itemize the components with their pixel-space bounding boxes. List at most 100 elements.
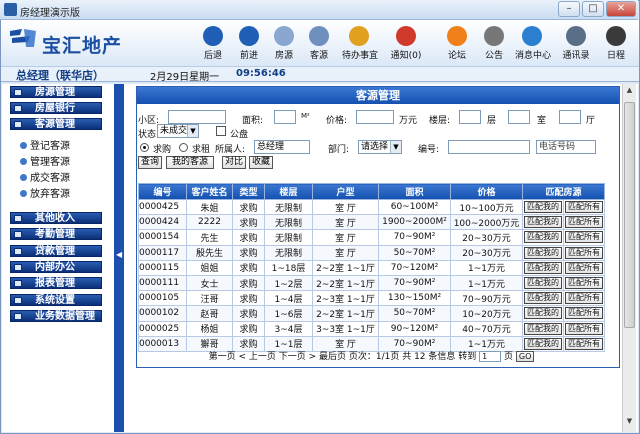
sidebar-group2-4[interactable]: 报表管理	[10, 277, 102, 290]
match-mine-button[interactable]: 匹配我的	[524, 277, 562, 290]
table-row[interactable]: 0000117 殷先生 求购 无限制室 厅 50~70M² 20~30万元 匹配我的 匹配所有	[138, 244, 605, 261]
match-mine-button[interactable]: 匹配我的	[524, 292, 562, 305]
sidebar-group-1[interactable]: 房屋银行	[10, 102, 102, 114]
column-header[interactable]: 楼层	[264, 183, 313, 200]
buy-radio[interactable]	[140, 143, 149, 152]
toolbar-button-0[interactable]: 后退	[196, 26, 230, 64]
match-all-button[interactable]: 匹配所有	[565, 246, 603, 259]
match-all-button[interactable]: 匹配所有	[565, 337, 603, 350]
table-row[interactable]: 0000425 朱姐 求购 无限制室 厅 60~100M² 10~100万元 匹配我的 匹配所…	[138, 198, 605, 216]
table-cell: 70~90万元	[450, 290, 523, 307]
code-input[interactable]	[448, 140, 530, 154]
match-all-button[interactable]: 匹配所有	[565, 277, 603, 290]
toolbar-button-5[interactable]: 通知(0)	[389, 26, 423, 64]
table-cell: 无限制	[264, 198, 313, 216]
minimize-button[interactable]: –	[558, 1, 580, 17]
my-customers-button[interactable]: 我的客源	[166, 156, 214, 169]
room-input[interactable]	[508, 110, 530, 124]
scrollbar-thumb[interactable]	[624, 102, 635, 328]
column-header[interactable]: 编号	[138, 183, 187, 200]
phone-input[interactable]: 电话号码	[536, 140, 596, 154]
match-mine-button[interactable]: 匹配我的	[524, 307, 562, 320]
district-input[interactable]	[168, 110, 226, 124]
toolbar-button-1[interactable]: 前进	[232, 26, 266, 64]
sidebar-subitem-1[interactable]: 管理客源	[16, 153, 70, 168]
sidebar-group2-1[interactable]: 考勤管理	[10, 228, 102, 241]
page-input[interactable]: 1	[479, 351, 502, 362]
public-checkbox[interactable]	[216, 126, 226, 136]
page-unit: 页	[504, 352, 514, 362]
sidebar-group2-6[interactable]: 业务数据管理	[10, 309, 102, 322]
rent-radio[interactable]	[179, 143, 188, 152]
owner-input[interactable]: 总经理	[254, 140, 310, 154]
go-button[interactable]: GO	[515, 351, 535, 362]
table-row[interactable]: 0000105 汪哥 求购 1~4层 2~3室 1~1厅 130~150M² 70~90万元…	[138, 290, 605, 307]
toolbar-button-2[interactable]: 房源	[267, 26, 301, 64]
sidebar-group2-2[interactable]: 贷款管理	[10, 244, 102, 257]
scroll-up-arrow-icon[interactable]: ▲	[624, 86, 635, 98]
menu-square-icon	[14, 215, 22, 222]
match-all-button[interactable]: 匹配所有	[565, 216, 603, 229]
column-header[interactable]: 面积	[378, 183, 451, 200]
match-mine-button[interactable]: 匹配我的	[524, 337, 562, 350]
toolbar-button-7[interactable]: 公告	[477, 26, 511, 64]
vertical-scrollbar[interactable]: ▲ ▼	[622, 84, 636, 432]
match-mine-button[interactable]: 匹配我的	[524, 322, 562, 335]
toolbar-button-6[interactable]: 论坛	[440, 26, 474, 64]
match-all-button[interactable]: 匹配所有	[565, 292, 603, 305]
column-header[interactable]: 类型	[232, 183, 265, 200]
toolbar-button-8[interactable]: 消息中心	[515, 26, 551, 64]
sidebar-subitem-3[interactable]: 放弃客源	[16, 185, 70, 200]
table-cell: 0000025	[138, 320, 187, 337]
table-cell: 50~70M²	[378, 244, 451, 261]
scroll-down-arrow-icon[interactable]: ▼	[624, 417, 635, 429]
dept-select[interactable]: 请选择 ▼	[358, 140, 402, 154]
match-all-button[interactable]: 匹配所有	[565, 307, 603, 320]
match-all-button[interactable]: 匹配所有	[565, 261, 603, 274]
column-header[interactable]: 价格	[450, 183, 523, 200]
sidebar-group-2[interactable]: 客源管理	[10, 118, 102, 130]
toolbar-button-10[interactable]: 日程	[599, 26, 633, 64]
table-cell: 匹配所有	[563, 305, 605, 322]
query-button[interactable]: 查询	[138, 156, 162, 169]
house-icon	[274, 26, 294, 46]
table-row[interactable]: 0000102 赵哥 求购 1~6层 2~2室 1~1厅 50~70M² 10~20万元 匹配…	[138, 305, 605, 322]
sidebar-group2-5[interactable]: 系统设置	[10, 293, 102, 306]
floor-input[interactable]	[459, 110, 481, 124]
table-row[interactable]: 0000424 2222 求购 无限制室 厅 1900~2000M² 100~2000万元…	[138, 214, 605, 231]
sidebar-group2-3[interactable]: 内部办公	[10, 260, 102, 273]
company-logo-icon	[10, 29, 36, 47]
maximize-button[interactable]: □	[582, 1, 604, 17]
match-mine-button[interactable]: 匹配我的	[524, 216, 562, 229]
favorite-button[interactable]: 收藏	[249, 156, 273, 169]
sidebar-subitem-2[interactable]: 成交客源	[16, 169, 70, 184]
sidebar-subitem-0[interactable]: 登记客源	[16, 137, 70, 152]
match-all-button[interactable]: 匹配所有	[565, 231, 603, 244]
match-mine-button[interactable]: 匹配我的	[524, 246, 562, 259]
toolbar-button-3[interactable]: 客源	[302, 26, 336, 64]
area-input[interactable]	[274, 110, 296, 124]
sidebar-group-0[interactable]: 房源管理	[10, 86, 102, 98]
match-mine-button[interactable]: 匹配我的	[524, 261, 562, 274]
column-header[interactable]: 客户姓名	[186, 183, 233, 200]
compare-button[interactable]: 对比	[222, 156, 246, 169]
match-all-button[interactable]: 匹配所有	[565, 322, 603, 335]
hall-input[interactable]	[559, 110, 581, 124]
toolbar-button-4[interactable]: 待办事宜	[342, 26, 378, 64]
toolbar-button-9[interactable]: 通讯录	[559, 26, 593, 64]
column-header[interactable]: 户型	[312, 183, 379, 200]
status-select[interactable]: 未成交 ▼	[157, 124, 199, 138]
column-header[interactable]: 匹配房源	[522, 183, 605, 200]
match-all-button[interactable]: 匹配所有	[565, 201, 603, 214]
sidebar-group2-0[interactable]: 其他收入	[10, 212, 102, 224]
table-row[interactable]: 0000154 先生 求购 无限制室 厅 70~90M² 20~30万元 匹配我的 匹配所有	[138, 229, 605, 246]
table-row[interactable]: 0000025 杨姐 求购 3~4层 3~3室 1~1厅 90~120M² 40~70万元匹…	[138, 320, 605, 337]
match-mine-button[interactable]: 匹配我的	[524, 231, 562, 244]
table-row[interactable]: 0000111 女士 求购 1~2层 2~2室 1~1厅 70~90M² 1~1万元 匹配我的…	[138, 274, 605, 292]
table-row[interactable]: 0000115 姐姐 求购 1~18层 2~2室 1~1厅 70~120M² 1~1万元 匹配…	[138, 259, 605, 276]
pager-text[interactable]: 第一页 < 上一页 下一页 > 最后页 页次：1/1页 共 12 条信息 转到	[209, 352, 477, 362]
sidebar-collapse-handle[interactable]: ◀	[114, 84, 124, 432]
price-input[interactable]	[356, 110, 394, 124]
close-button[interactable]: ✕	[606, 1, 636, 17]
match-mine-button[interactable]: 匹配我的	[524, 201, 562, 214]
